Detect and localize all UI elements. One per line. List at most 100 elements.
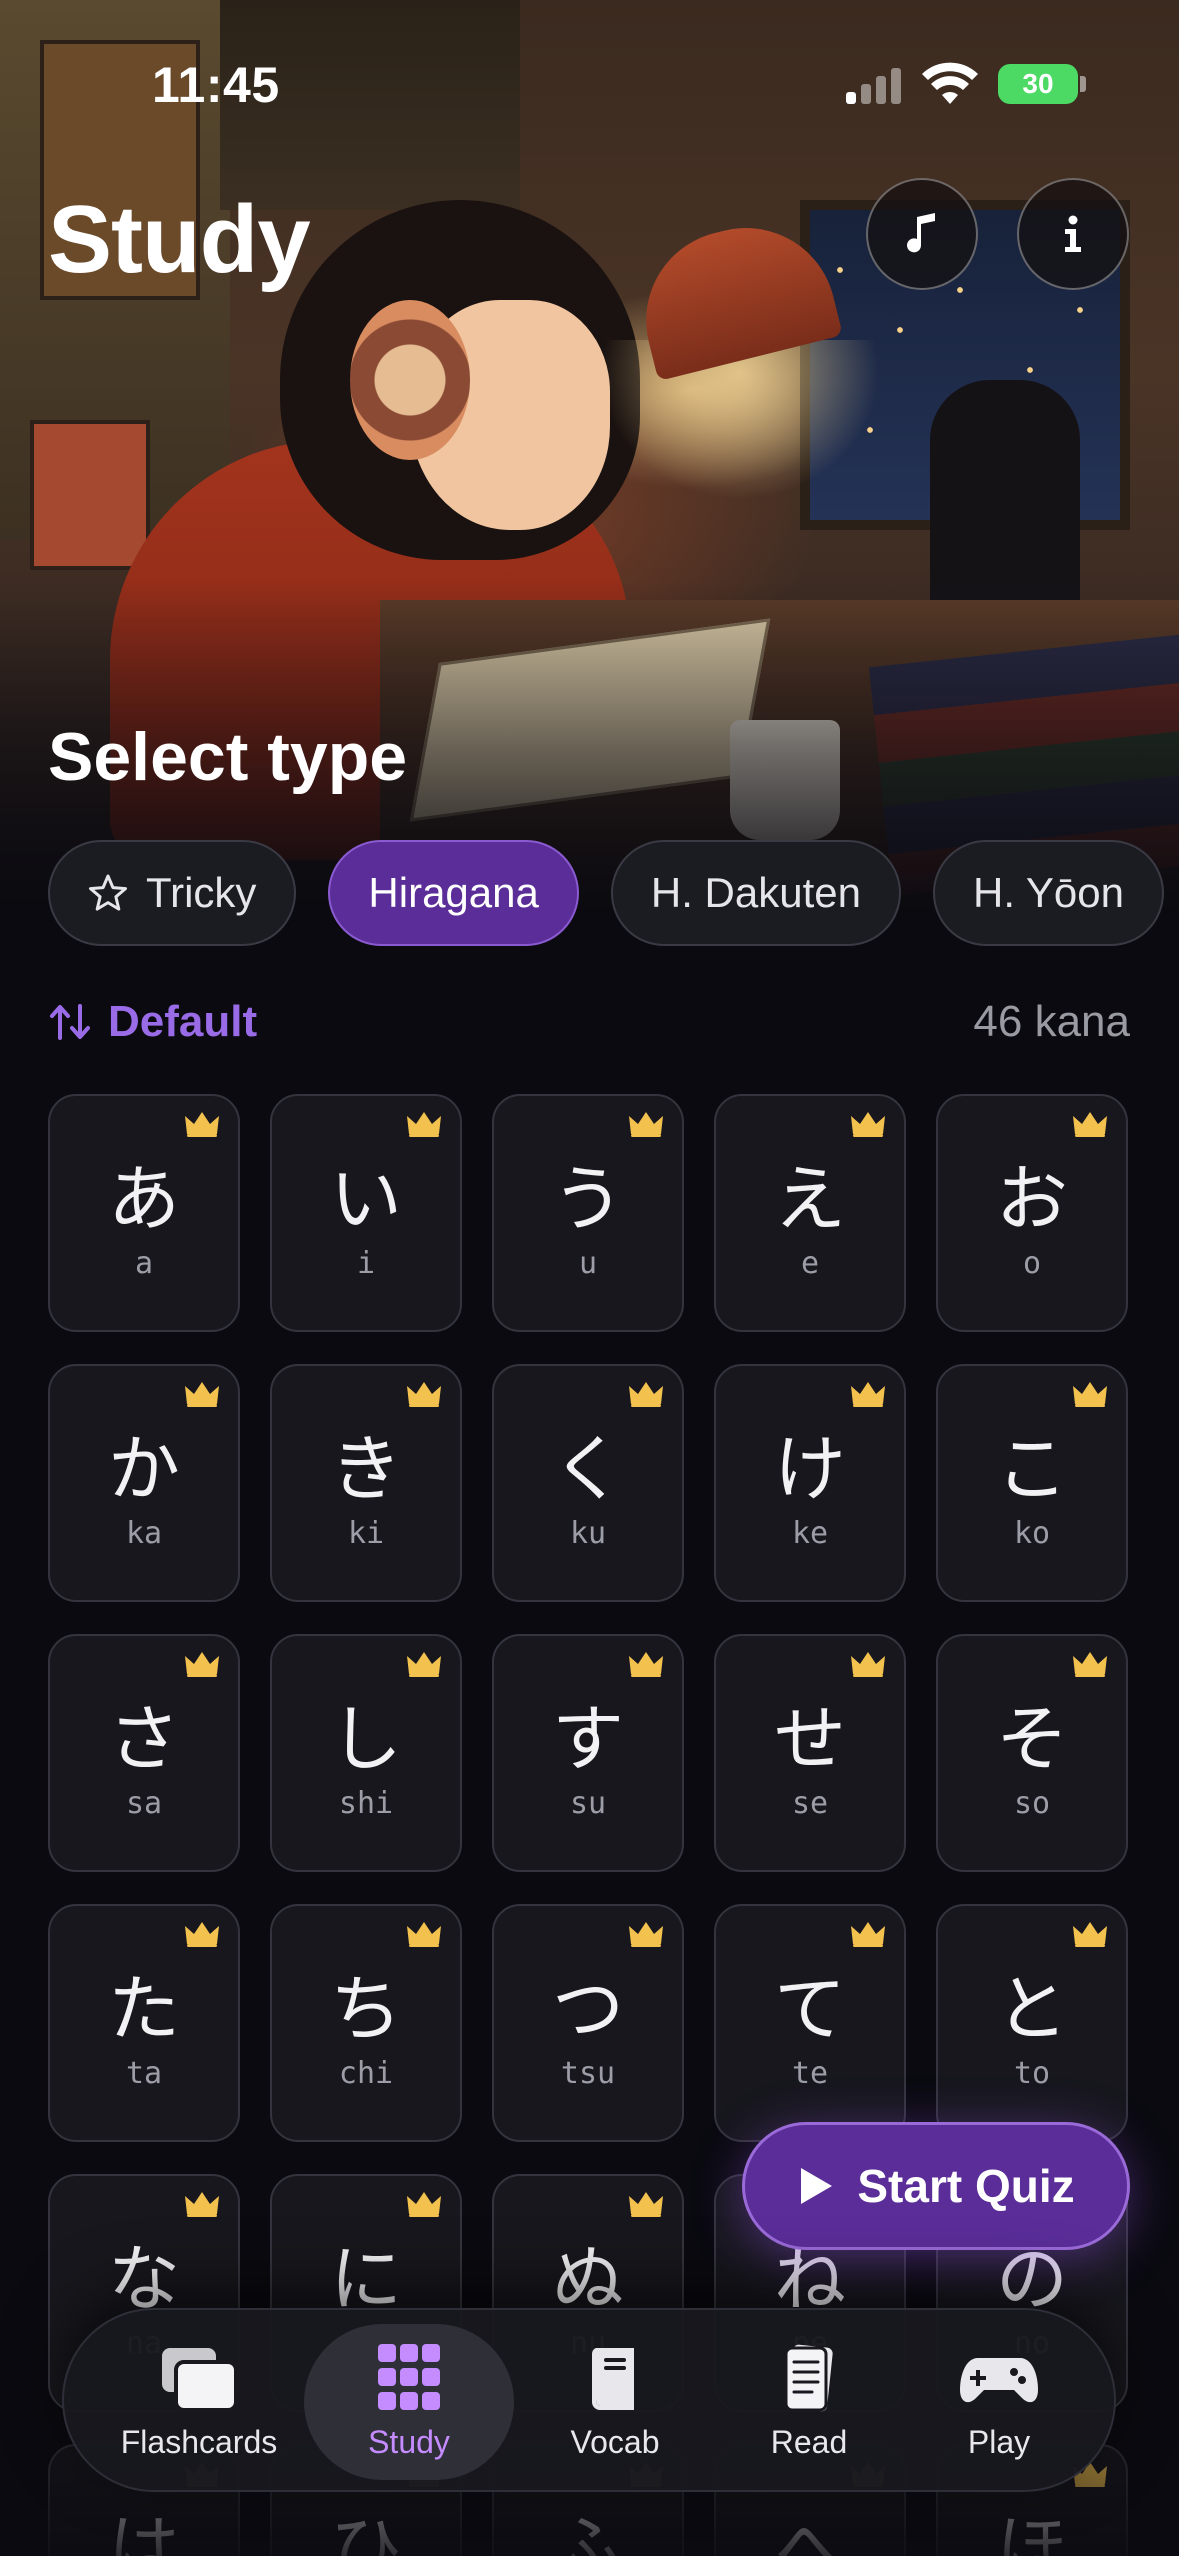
tab-label: Vocab xyxy=(570,2423,660,2460)
kana-romaji: sa xyxy=(125,1786,163,1821)
kana-tile[interactable]: て te xyxy=(714,1904,906,2142)
chip-label: H. Dakuten xyxy=(650,869,861,916)
kana-character: す xyxy=(551,1697,624,1781)
sort-button[interactable]: Default xyxy=(48,997,257,1047)
kana-tile[interactable]: き ki xyxy=(270,1364,462,1602)
kana-tile[interactable]: さ sa xyxy=(48,1634,240,1872)
tab-vocab[interactable]: Vocab xyxy=(510,2324,720,2480)
kana-character: く xyxy=(551,1427,624,1511)
tab-play[interactable]: Play xyxy=(894,2324,1104,2480)
tab-flashcards[interactable]: Flashcards xyxy=(94,2324,304,2480)
crown-icon xyxy=(628,2190,664,2218)
tab-read[interactable]: Read xyxy=(704,2324,914,2480)
kana-romaji: e xyxy=(800,1246,820,1281)
kana-romaji: to xyxy=(1013,2056,1051,2091)
crown-icon xyxy=(628,1920,664,1948)
kana-romaji: chi xyxy=(338,2056,394,2091)
tab-label: Read xyxy=(770,2423,848,2460)
crown-icon xyxy=(1072,1380,1108,1408)
chip-tricky[interactable]: Tricky xyxy=(48,840,297,946)
hero-headphones xyxy=(350,300,470,460)
kana-tile[interactable]: ち chi xyxy=(270,1904,462,2142)
kana-romaji: shi xyxy=(338,1786,394,1821)
crown-icon xyxy=(628,1380,664,1408)
kana-tile[interactable]: そ so xyxy=(936,1634,1128,1872)
kana-tile[interactable]: か ka xyxy=(48,1364,240,1602)
tab-label: Flashcards xyxy=(120,2423,278,2460)
gamepad-icon xyxy=(960,2357,1038,2402)
crown-icon xyxy=(406,1650,442,1678)
status-time: 11:45 xyxy=(152,57,280,113)
start-quiz-button[interactable]: Start Quiz xyxy=(742,2122,1130,2250)
tab-study[interactable]: Study xyxy=(304,2324,514,2480)
kana-tile[interactable]: と to xyxy=(936,1904,1128,2142)
kana-character: こ xyxy=(995,1427,1068,1511)
kana-character: せ xyxy=(773,1697,846,1781)
page-title: Study xyxy=(48,186,311,293)
crown-icon xyxy=(184,2190,220,2218)
tab-label: Study xyxy=(368,2423,450,2460)
kana-tile[interactable]: く ku xyxy=(492,1364,684,1602)
crown-icon xyxy=(1072,1920,1108,1948)
kana-tile[interactable]: あa xyxy=(48,1094,240,1332)
play-icon xyxy=(801,2168,833,2204)
kana-tile[interactable]: おo xyxy=(936,1094,1128,1332)
kana-character: か xyxy=(107,1427,180,1511)
kana-tile[interactable]: た ta xyxy=(48,1904,240,2142)
crown-icon xyxy=(850,1650,886,1678)
kana-tile[interactable]: す su xyxy=(492,1634,684,1872)
chip-label: Tricky xyxy=(146,869,257,916)
kana-character: さ xyxy=(107,1697,180,1781)
kana-tile[interactable]: し shi xyxy=(270,1634,462,1872)
type-chip-row[interactable]: Tricky Hiragana H. Dakuten H. Yōon xyxy=(48,840,1179,948)
kana-character: う xyxy=(551,1157,624,1241)
cards-icon xyxy=(162,2347,238,2412)
kana-character: つ xyxy=(551,1967,624,2051)
grid-icon xyxy=(378,2343,440,2410)
kana-romaji: su xyxy=(569,1786,607,1821)
crown-icon xyxy=(850,1920,886,1948)
crown-icon xyxy=(1072,1110,1108,1138)
chip-hiragana-dakuten[interactable]: H. Dakuten xyxy=(610,840,901,946)
chip-hiragana-yoon[interactable]: H. Yōon xyxy=(932,840,1164,946)
kana-romaji: a xyxy=(134,1246,154,1281)
sort-row: Default 46 kana xyxy=(48,992,1130,1052)
crown-icon xyxy=(406,1380,442,1408)
status-bar: 11:45 30 xyxy=(0,0,1179,150)
crown-icon xyxy=(628,1650,664,1678)
crown-icon xyxy=(850,1110,886,1138)
wifi-icon xyxy=(922,62,978,104)
cellular-signal-icon xyxy=(846,66,902,104)
kana-character: あ xyxy=(107,1157,180,1241)
kana-romaji: tsu xyxy=(560,2056,616,2091)
hero-poster xyxy=(30,420,150,570)
chip-hiragana[interactable]: Hiragana xyxy=(328,840,579,946)
kana-tile[interactable]: け ke xyxy=(714,1364,906,1602)
kana-tile[interactable]: こ ko xyxy=(936,1364,1128,1602)
kana-tile[interactable]: うu xyxy=(492,1094,684,1332)
music-button[interactable] xyxy=(866,178,978,290)
kana-romaji: ta xyxy=(125,2056,163,2091)
sort-label: Default xyxy=(108,997,258,1046)
crown-icon xyxy=(184,1110,220,1138)
crown-icon xyxy=(406,1920,442,1948)
kana-tile[interactable]: えe xyxy=(714,1094,906,1332)
book-icon xyxy=(591,2347,634,2410)
crown-icon xyxy=(406,1110,442,1138)
kana-romaji: ku xyxy=(569,1516,607,1551)
section-title: Select type xyxy=(48,719,408,795)
kana-romaji: ke xyxy=(791,1516,829,1551)
kana-romaji: ki xyxy=(347,1516,385,1551)
kana-romaji: i xyxy=(356,1246,376,1281)
kana-tile[interactable]: いi xyxy=(270,1094,462,1332)
kana-tile[interactable]: せ se xyxy=(714,1634,906,1872)
kana-character: け xyxy=(773,1427,846,1511)
kana-romaji: so xyxy=(1013,1786,1051,1821)
chip-label: H. Yōon xyxy=(972,869,1124,916)
info-button[interactable] xyxy=(1017,178,1129,290)
kana-romaji: se xyxy=(791,1786,829,1821)
kana-tile[interactable]: つ tsu xyxy=(492,1904,684,2142)
kana-romaji: o xyxy=(1022,1246,1042,1281)
tab-label: Play xyxy=(967,2423,1031,2460)
start-quiz-label: Start Quiz xyxy=(857,2160,1075,2212)
